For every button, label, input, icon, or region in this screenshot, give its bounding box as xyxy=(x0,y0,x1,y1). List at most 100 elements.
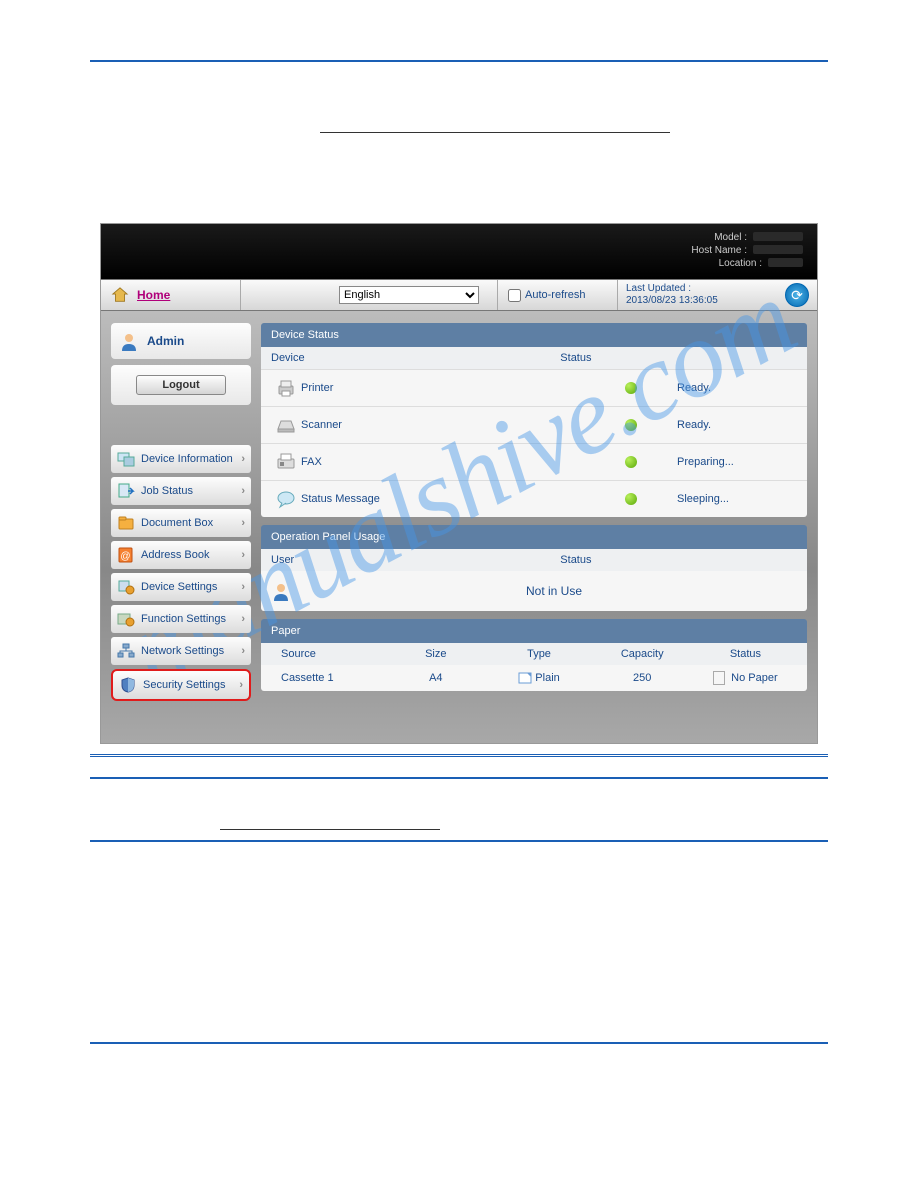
logout-button[interactable]: Logout xyxy=(136,375,226,395)
last-updated-value: 2013/08/23 13:36:05 xyxy=(626,295,718,307)
printer-icon xyxy=(271,378,301,398)
device-status-text: Ready. xyxy=(677,382,797,394)
op-panel-header: Operation Panel Usage xyxy=(261,525,807,549)
device-status-header: Device Status xyxy=(261,323,807,347)
nav-network-settings[interactable]: Network Settings › xyxy=(111,637,251,665)
chevron-right-icon: › xyxy=(241,645,245,657)
device-status-body: Device Status Printer Ready. Scanner xyxy=(261,347,807,517)
paper-type-label: Plain xyxy=(535,672,559,684)
nav-label: Job Status xyxy=(141,485,193,497)
nav-address-book[interactable]: @ Address Book› xyxy=(111,541,251,569)
auto-refresh-checkbox[interactable] xyxy=(508,289,521,302)
home-icon xyxy=(111,286,129,304)
nav-document-box[interactable]: Document Box› xyxy=(111,509,251,537)
model-value-redacted xyxy=(753,232,803,241)
col-status: Status xyxy=(694,648,797,660)
auto-refresh-label: Auto-refresh xyxy=(525,289,586,301)
col-capacity: Capacity xyxy=(591,648,694,660)
col-size: Size xyxy=(384,648,487,660)
op-status: Not in Use xyxy=(473,584,635,598)
svg-text:@: @ xyxy=(120,551,130,562)
device-name: Scanner xyxy=(301,419,520,431)
nav-label: Function Settings xyxy=(141,613,226,625)
paper-type: Plain xyxy=(487,672,590,684)
col-device: Device xyxy=(271,352,560,364)
refresh-icon: ⟳ xyxy=(791,287,803,304)
model-label: Model : xyxy=(714,232,747,243)
hostname-value-redacted xyxy=(753,245,803,254)
language-cell: English xyxy=(241,280,497,310)
chevron-right-icon: › xyxy=(241,485,245,497)
paper-header: Paper xyxy=(261,619,807,643)
chevron-right-icon: › xyxy=(241,581,245,593)
device-settings-icon xyxy=(117,579,135,595)
nav-device-information[interactable]: Device Information › xyxy=(111,445,251,473)
nav-job-status[interactable]: Job Status › xyxy=(111,477,251,505)
topbar: Home English Auto-refresh Last Updated :… xyxy=(101,279,817,311)
location-label: Location : xyxy=(719,258,762,269)
chevron-right-icon: › xyxy=(241,453,245,465)
address-book-icon: @ xyxy=(117,547,135,563)
op-panel-body: User Status Not in Use xyxy=(261,549,807,611)
user-name: Admin xyxy=(147,334,184,348)
nav-label: Document Box xyxy=(141,517,213,529)
refresh-button[interactable]: ⟳ xyxy=(785,283,809,307)
user-icon xyxy=(119,331,139,351)
op-panel-row: Not in Use xyxy=(261,571,807,611)
app-header: Model : Host Name : Location : xyxy=(101,224,817,279)
auto-refresh-cell: Auto-refresh xyxy=(497,280,617,310)
mid-rule xyxy=(320,132,670,133)
status-indicator-green xyxy=(625,382,637,394)
language-select[interactable]: English xyxy=(339,286,479,304)
col-source: Source xyxy=(271,648,384,660)
main-content: Device Status Device Status Printer Read… xyxy=(261,323,807,743)
text-underline xyxy=(220,829,440,830)
device-status-text: Ready. xyxy=(677,419,797,431)
device-info-icon xyxy=(117,451,135,467)
nav-device-settings[interactable]: Device Settings › xyxy=(111,573,251,601)
status-indicator-green xyxy=(625,493,637,505)
chevron-right-icon: › xyxy=(241,613,245,625)
sidebar: Admin Logout Device Information › Job Sta… xyxy=(111,323,251,743)
last-updated-label: Last Updated : xyxy=(626,283,718,295)
device-name: Printer xyxy=(301,382,520,394)
device-row-printer: Printer Ready. xyxy=(261,369,807,406)
status-indicator-green xyxy=(625,456,637,468)
chevron-right-icon: › xyxy=(241,549,245,561)
function-settings-icon xyxy=(117,611,135,627)
bottom-rule xyxy=(90,1042,828,1044)
col-status: Status xyxy=(560,352,797,364)
nav-function-settings[interactable]: Function Settings › xyxy=(111,605,251,633)
paper-row: Cassette 1 A4 Plain 250 No Paper xyxy=(261,665,807,691)
job-status-icon xyxy=(117,483,135,499)
col-status: Status xyxy=(560,554,797,566)
device-status-columns: Device Status xyxy=(261,347,807,369)
op-panel-columns: User Status xyxy=(261,549,807,571)
device-status-text: Sleeping... xyxy=(677,493,797,505)
device-name: Status Message xyxy=(301,493,520,505)
logout-box: Logout xyxy=(111,365,251,405)
message-icon xyxy=(271,489,301,509)
nav-label: Security Settings xyxy=(143,679,226,691)
app-body: Admin Logout Device Information › Job Sta… xyxy=(101,311,817,743)
paper-body: Source Size Type Capacity Status Cassett… xyxy=(261,643,807,691)
home-cell[interactable]: Home xyxy=(101,280,241,310)
nav-label: Device Settings xyxy=(141,581,217,593)
paper-capacity: 250 xyxy=(591,672,694,684)
home-link[interactable]: Home xyxy=(137,288,170,302)
paper-size: A4 xyxy=(384,672,487,684)
device-status-text: Preparing... xyxy=(677,456,797,468)
device-row-status-message: Status Message Sleeping... xyxy=(261,480,807,517)
network-settings-icon xyxy=(117,643,135,659)
user-icon xyxy=(271,581,311,601)
nav-security-settings[interactable]: Security Settings› xyxy=(111,669,251,701)
section-rule xyxy=(90,777,828,779)
shield-icon xyxy=(119,677,137,693)
tray-icon xyxy=(713,671,725,685)
device-row-fax: FAX Preparing... xyxy=(261,443,807,480)
user-box: Admin xyxy=(111,323,251,359)
nav-label: Device Information xyxy=(141,453,233,465)
hostname-label: Host Name : xyxy=(691,245,747,256)
nav-label: Network Settings xyxy=(141,645,224,657)
app-window: manualshive.com Model : Host Name : Loca… xyxy=(100,223,818,744)
